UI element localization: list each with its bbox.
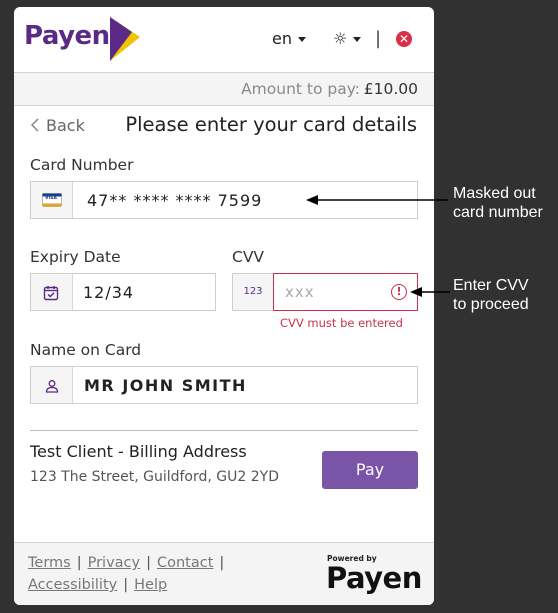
header-separator: |	[375, 28, 382, 49]
footer: Terms | Privacy | Contact | Accessibility | Help…	[14, 542, 434, 605]
footer-pipe: |	[76, 555, 82, 571]
close-icon: ✕	[398, 32, 410, 46]
pay-button[interactable]: Pay	[322, 451, 418, 489]
amount-value: £10.00	[363, 80, 418, 98]
error-icon: !	[391, 284, 407, 300]
footer-logo: Payen	[326, 561, 422, 595]
name-on-card-field[interactable]: MR JOHN SMITH	[30, 366, 418, 404]
cvv-annotation-line-1: Enter CVV	[453, 277, 529, 294]
payen-logo: Payen	[24, 17, 140, 61]
footer-links: Terms | Privacy | Contact | Accessibility | Help	[28, 552, 248, 596]
footer-pipe: |	[219, 555, 225, 571]
help-link[interactable]: Help	[134, 577, 167, 593]
close-button[interactable]: ✕	[396, 31, 412, 47]
divider	[30, 430, 418, 431]
cvv-error-message: CVV must be entered	[280, 316, 403, 330]
cvv-prefix: 123	[232, 273, 273, 311]
chevron-down-icon	[353, 37, 362, 42]
visa-label: VISA	[45, 196, 57, 201]
cvv-placeholder: xxx	[285, 283, 315, 301]
cvv-input[interactable]: xxx !	[273, 273, 418, 311]
payment-card: Payen en ☼ | ✕ Amount to pay: £10.00 Bac…	[14, 7, 434, 605]
header: Payen en ☼ | ✕	[14, 7, 434, 71]
back-label: Back	[46, 116, 85, 135]
card-annotation-arrow-icon	[306, 195, 448, 205]
theme-selector[interactable]: ☼	[333, 29, 362, 48]
page-title: Please enter your card details	[125, 113, 417, 136]
terms-link[interactable]: Terms	[28, 555, 71, 571]
card-annotation: Masked out card number	[453, 184, 543, 222]
billing-address: 123 The Street, Guildford, GU2 2YD	[30, 469, 279, 485]
logo-mark-icon	[110, 17, 140, 61]
user-icon	[45, 380, 59, 393]
card-brand-cell: VISA	[31, 182, 73, 218]
amount-bar: Amount to pay: £10.00	[14, 72, 434, 106]
footer-pipe: |	[123, 577, 129, 593]
language-value: en	[272, 29, 292, 48]
accessibility-link[interactable]: Accessibility	[28, 577, 117, 593]
expiry-value: 12/34	[83, 283, 135, 302]
footer-pipe: |	[146, 555, 151, 571]
expiry-icon-cell	[31, 274, 73, 310]
card-annotation-line-2: card number	[453, 204, 543, 221]
chevron-down-icon	[297, 37, 306, 42]
expiry-field[interactable]: 12/34	[30, 273, 216, 311]
privacy-link[interactable]: Privacy	[88, 555, 141, 571]
cvv-label: CVV	[232, 248, 265, 266]
chevron-left-icon	[30, 118, 39, 132]
calendar-icon	[43, 286, 59, 301]
card-number-label: Card Number	[30, 156, 134, 174]
name-icon-cell	[31, 367, 73, 403]
amount-label: Amount to pay:	[241, 80, 360, 98]
logo-text: Payen	[24, 21, 110, 51]
expiry-label: Expiry Date	[30, 248, 121, 266]
card-number-value: 47** **** **** 7599	[87, 191, 263, 210]
back-link[interactable]: Back	[30, 116, 85, 135]
contact-link[interactable]: Contact	[157, 555, 213, 571]
cvv-annotation: Enter CVV to proceed	[453, 276, 529, 314]
name-on-card-label: Name on Card	[30, 341, 142, 359]
name-on-card-value: MR JOHN SMITH	[84, 376, 247, 395]
cvv-annotation-arrow-icon	[410, 287, 450, 297]
billing-title: Test Client - Billing Address	[30, 442, 247, 461]
sun-icon: ☼	[333, 29, 348, 48]
cvv-annotation-line-2: to proceed	[453, 296, 529, 313]
card-annotation-line-1: Masked out	[453, 185, 536, 202]
language-selector[interactable]: en	[272, 29, 306, 48]
